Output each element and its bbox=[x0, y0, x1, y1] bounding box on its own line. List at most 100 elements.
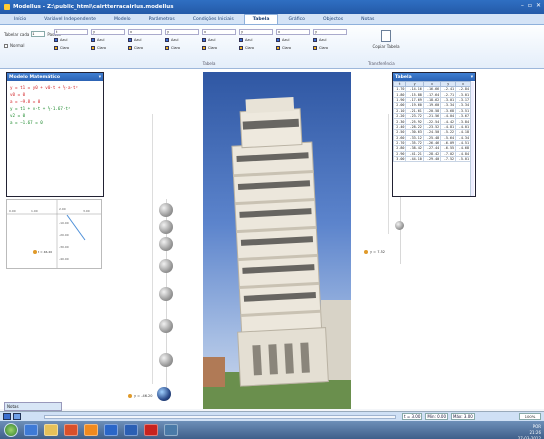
tab-notas[interactable]: Notas bbox=[353, 15, 382, 24]
falling-ball[interactable] bbox=[159, 237, 173, 251]
firefox-icon[interactable] bbox=[84, 424, 98, 436]
table-cell[interactable]: 1.70 bbox=[392, 85, 407, 93]
color-button[interactable]: Claro bbox=[313, 45, 347, 51]
tab-modelo[interactable]: Modelo bbox=[106, 15, 139, 24]
column-select[interactable]: y bbox=[239, 29, 273, 35]
folder-icon[interactable] bbox=[44, 424, 58, 436]
mini-graph[interactable]: 0.00 1.00 2.00 3.00 -10.00 -20.00 -30.00… bbox=[6, 199, 102, 269]
modellus-icon[interactable] bbox=[104, 424, 118, 436]
model-panel-header[interactable]: Modelo Matemático ▾ bbox=[7, 73, 103, 81]
yellow-swatch-icon bbox=[91, 46, 95, 50]
tab-parametros[interactable]: Parâmetros bbox=[141, 15, 183, 24]
tab-grafico[interactable]: Gráfico bbox=[280, 15, 313, 24]
play-icon[interactable] bbox=[3, 413, 11, 420]
step-icon[interactable] bbox=[13, 413, 21, 420]
start-button-icon[interactable] bbox=[4, 423, 18, 437]
panel-collapse-icon[interactable]: ▾ bbox=[471, 75, 473, 80]
table-cell[interactable]: 2.50 bbox=[392, 129, 407, 136]
blue-swatch-icon bbox=[276, 38, 280, 42]
color-button[interactable]: Claro bbox=[128, 45, 162, 51]
falling-ball[interactable] bbox=[159, 203, 173, 217]
table-cell[interactable]: -29.40 bbox=[422, 156, 442, 163]
column-select[interactable]: v bbox=[202, 29, 236, 35]
app-icon bbox=[4, 4, 10, 10]
axis-button[interactable]: Azul bbox=[91, 37, 125, 43]
time-slider[interactable] bbox=[44, 415, 396, 419]
falling-ball[interactable] bbox=[159, 287, 173, 301]
table-cell[interactable]: 2.60 bbox=[392, 134, 407, 141]
right-ball[interactable] bbox=[395, 221, 404, 230]
acrobat-icon[interactable] bbox=[144, 424, 158, 436]
min-value[interactable]: Min: 0.00 bbox=[425, 413, 448, 420]
tabelar-input[interactable] bbox=[31, 31, 46, 37]
column-select[interactable]: y bbox=[165, 29, 199, 35]
tab-objectos[interactable]: Objectos bbox=[315, 15, 351, 24]
minimize-icon[interactable]: – bbox=[521, 2, 524, 9]
table-cell[interactable]: 2.80 bbox=[392, 145, 407, 152]
axis-button[interactable]: Azul bbox=[313, 37, 347, 43]
falling-ball[interactable] bbox=[159, 319, 173, 333]
tab-variavel-independente[interactable]: Variável Independente bbox=[36, 15, 104, 24]
axis-button[interactable]: Azul bbox=[202, 37, 236, 43]
app-icon[interactable] bbox=[164, 424, 178, 436]
panel-collapse-icon[interactable]: ▾ bbox=[99, 75, 101, 80]
axis-button[interactable]: Azul bbox=[165, 37, 199, 43]
zoom-field[interactable]: 100% bbox=[519, 413, 541, 420]
notes-tab[interactable]: Notas bbox=[4, 402, 62, 411]
axis-button[interactable]: Azul bbox=[128, 37, 162, 43]
table-cell[interactable]: -7.52 bbox=[440, 156, 457, 163]
max-value[interactable]: Máx: 3.00 bbox=[451, 413, 475, 420]
normal-checkbox[interactable] bbox=[4, 43, 8, 48]
data-table[interactable]: t y v y v 1.70 -14.16 -16.66 -2.41 -2.84 1.80… bbox=[392, 81, 471, 163]
table-cell[interactable]: 2.70 bbox=[392, 139, 407, 147]
earth-ball[interactable] bbox=[157, 387, 171, 401]
column-select[interactable]: y bbox=[313, 29, 347, 35]
color-button[interactable]: Claro bbox=[91, 45, 125, 51]
table-cell[interactable]: 3.00 bbox=[392, 156, 407, 163]
column-select[interactable]: t bbox=[54, 29, 88, 35]
table-cell[interactable]: 2.00 bbox=[392, 102, 407, 109]
table-cell[interactable]: 1.90 bbox=[392, 96, 407, 104]
table-cell[interactable]: 2.30 bbox=[392, 118, 407, 125]
axis-button[interactable]: Azul bbox=[239, 37, 273, 43]
falling-ball[interactable] bbox=[159, 259, 173, 273]
table-cell[interactable]: 2.10 bbox=[392, 107, 407, 114]
axis-button[interactable]: Azul bbox=[276, 37, 310, 43]
column-select[interactable]: v bbox=[276, 29, 310, 35]
table-cell[interactable]: -5.01 bbox=[455, 156, 471, 163]
table-cell[interactable]: -44.10 bbox=[405, 156, 424, 163]
column-select[interactable]: y bbox=[91, 29, 125, 35]
column-select[interactable]: v bbox=[128, 29, 162, 35]
close-icon[interactable]: ✕ bbox=[536, 2, 541, 9]
maximize-icon[interactable]: ▫ bbox=[528, 2, 532, 9]
copy-table-button[interactable]: Copiar Tabela bbox=[372, 30, 400, 49]
axis-button[interactable]: Azul bbox=[54, 37, 88, 43]
equation-editor[interactable]: y = t1 = y0 + v0·t + ½·a·t² v0 = 0 a = −… bbox=[7, 81, 103, 129]
table-cell[interactable]: 2.40 bbox=[392, 123, 407, 131]
workspace-canvas[interactable]: Modelo Matemático ▾ y = t1 = y0 + v0·t +… bbox=[0, 69, 544, 409]
color-button[interactable]: Claro bbox=[202, 45, 236, 51]
equation-line: a = −1.67 = 0 bbox=[10, 120, 43, 125]
table-scrollbar[interactable] bbox=[470, 82, 474, 196]
x-tick: 3.00 bbox=[83, 209, 90, 213]
tab-inicio[interactable]: Início bbox=[6, 15, 34, 24]
color-button[interactable]: Claro bbox=[276, 45, 310, 51]
tab-tabela[interactable]: Tabela bbox=[243, 14, 279, 24]
falling-ball[interactable] bbox=[159, 220, 173, 234]
word-icon[interactable] bbox=[124, 424, 138, 436]
table-cell[interactable]: 1.80 bbox=[392, 91, 407, 98]
color-button[interactable]: Claro bbox=[239, 45, 273, 51]
tab-condicoes-iniciais[interactable]: Condições Iniciais bbox=[185, 15, 242, 24]
falling-ball[interactable] bbox=[159, 353, 173, 367]
media-player-icon[interactable] bbox=[64, 424, 78, 436]
table-panel-header[interactable]: Tabela ▾ bbox=[393, 73, 475, 81]
color-button[interactable]: Claro bbox=[165, 45, 199, 51]
color-button[interactable]: Claro bbox=[54, 45, 88, 51]
table-cell[interactable]: 2.90 bbox=[392, 150, 407, 158]
table-row[interactable]: 3.00 -44.10 -29.40 -7.52 -5.01 bbox=[392, 156, 471, 163]
table-cell[interactable]: 2.20 bbox=[392, 112, 407, 120]
t-value[interactable]: t = 3.00 bbox=[402, 413, 423, 420]
ie-icon[interactable] bbox=[24, 424, 38, 436]
time-readout: t = 3.00 Min: 0.00 Máx: 3.00 bbox=[402, 413, 475, 420]
yellow-swatch-icon bbox=[239, 46, 243, 50]
